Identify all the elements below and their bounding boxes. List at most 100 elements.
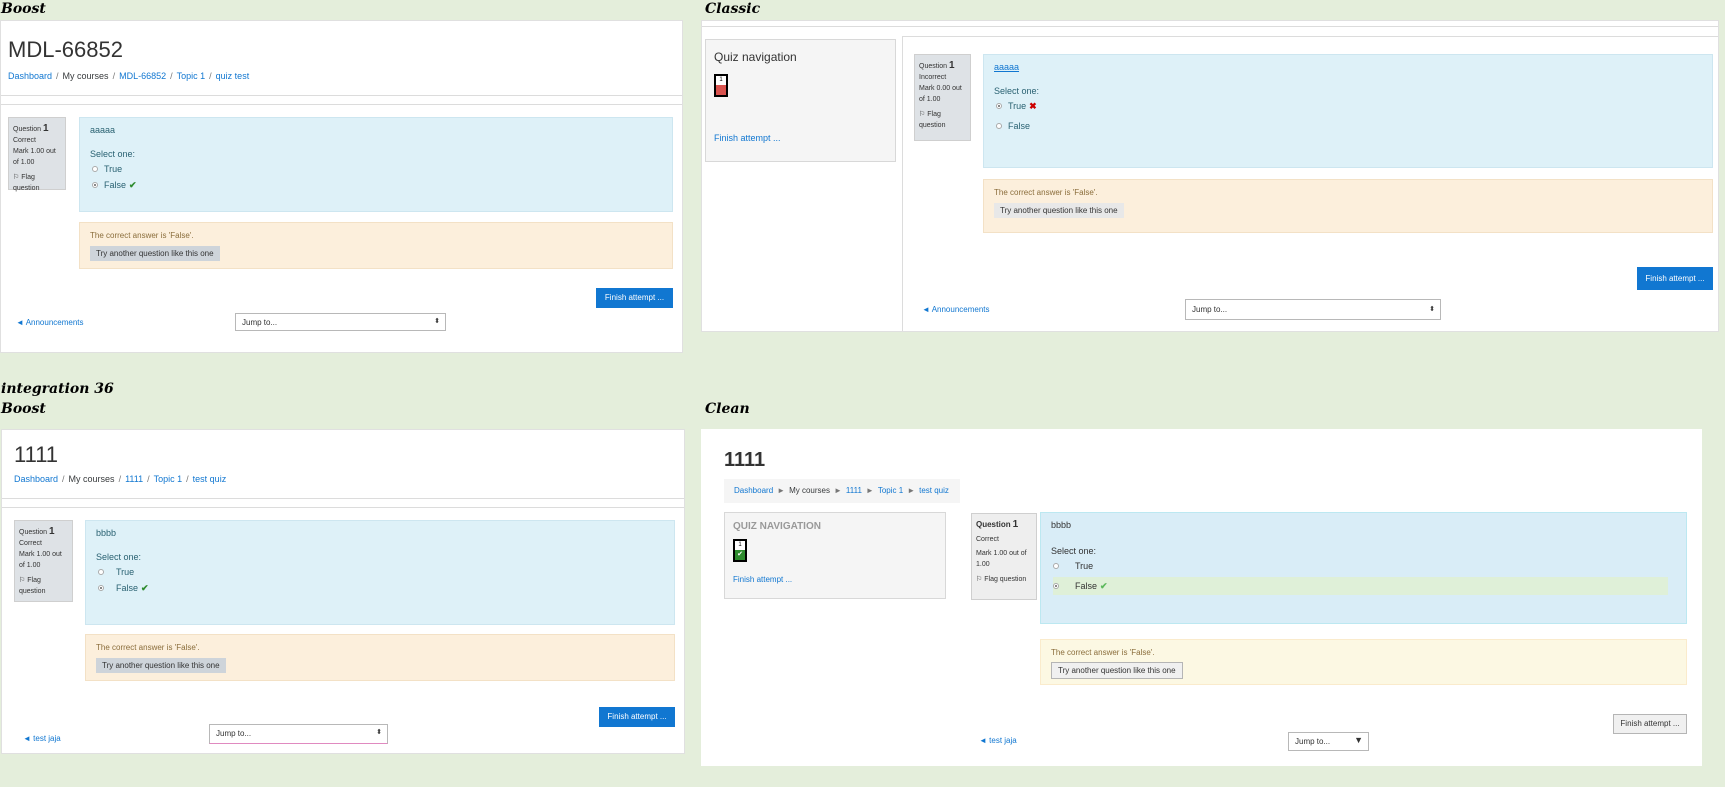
question-label: Question — [19, 529, 48, 536]
jump-to-select[interactable]: Jump to... ⬍ — [1185, 299, 1441, 320]
jump-to-label: Jump to... — [1192, 305, 1228, 314]
finish-attempt-button[interactable]: Finish attempt ... — [596, 288, 673, 308]
try-another-button[interactable]: Try another question like this one — [994, 203, 1124, 218]
breadcrumb-quiz[interactable]: quiz test — [216, 71, 250, 81]
quiz-navigation-title: Quiz navigation — [714, 50, 797, 64]
prev-activity-link[interactable]: ◄ test jaja — [979, 736, 1017, 745]
page-title: 1111 — [724, 449, 766, 471]
nav-question-number: 1 — [738, 542, 742, 548]
try-another-button[interactable]: Try another question like this one — [90, 246, 220, 261]
quiz-nav-question-1[interactable]: 1 — [714, 74, 728, 97]
question-formulation: bbbb Select one: True False ✔ — [85, 520, 675, 625]
divider — [902, 36, 1718, 37]
finish-attempt-button[interactable]: Finish attempt ... — [1637, 267, 1713, 290]
page-title: 1111 — [14, 442, 59, 467]
feedback-text: The correct answer is 'False'. — [994, 188, 1098, 197]
breadcrumb-course[interactable]: MDL-66852 — [119, 71, 166, 81]
breadcrumb-my-courses: My courses — [62, 71, 109, 81]
finish-attempt-button[interactable]: Finish attempt ... — [1613, 714, 1687, 734]
question-mark: Mark 1.00 out of 1.00 — [19, 551, 62, 569]
breadcrumb-quiz[interactable]: test quiz — [919, 486, 949, 495]
option-false[interactable]: False — [996, 118, 1702, 134]
quiz-navigation-block: Quiz navigation 1 Finish attempt ... — [705, 39, 896, 162]
radio-false[interactable] — [996, 123, 1002, 129]
try-another-button[interactable]: Try another question like this one — [1051, 662, 1183, 679]
jump-to-label: Jump to... — [242, 318, 278, 327]
question-text: bbbb — [1051, 520, 1072, 530]
breadcrumb-topic[interactable]: Topic 1 — [177, 71, 206, 81]
question-outcome: The correct answer is 'False'. Try anoth… — [85, 634, 675, 681]
caption-classic: Classic — [705, 1, 761, 17]
try-another-button[interactable]: Try another question like this one — [96, 658, 226, 673]
breadcrumb-quiz[interactable]: test quiz — [193, 474, 227, 484]
breadcrumb-dashboard[interactable]: Dashboard — [734, 486, 773, 495]
flag-question-button[interactable]: ⚐ Flag question — [976, 574, 1032, 585]
radio-true[interactable] — [1053, 563, 1059, 569]
question-outcome: The correct answer is 'False'. Try anoth… — [1040, 639, 1687, 685]
option-true[interactable]: True — [1053, 558, 1676, 574]
radio-false[interactable] — [98, 585, 104, 591]
option-false[interactable]: False ✔ — [92, 177, 662, 193]
option-true[interactable]: True — [92, 161, 662, 177]
option-true[interactable]: True ✖ — [996, 98, 1702, 114]
flag-question-button[interactable]: ⚐ Flag question — [919, 109, 966, 131]
radio-true[interactable] — [98, 569, 104, 575]
page-title: MDL-66852 — [8, 37, 123, 62]
flag-icon: ⚐ — [19, 577, 26, 584]
classic-panel: Quiz navigation 1 Finish attempt ... Que… — [701, 20, 1719, 332]
breadcrumb: Dashboard ► My courses ► 1111 ► Topic 1 ► test q… — [734, 486, 949, 495]
prev-activity-link[interactable]: ◄ Announcements — [16, 318, 84, 327]
question-info: Question 1 Correct Mark 1.00 out of 1.00… — [971, 513, 1037, 600]
question-outcome: The correct answer is 'False'. Try anoth… — [79, 222, 673, 269]
radio-false[interactable] — [92, 182, 98, 188]
correct-marker: ✔ — [735, 550, 745, 560]
breadcrumb-dashboard[interactable]: Dashboard — [14, 474, 58, 484]
option-false-label: False — [116, 583, 139, 593]
jump-to-select[interactable]: Jump to... ▼ — [1288, 732, 1369, 751]
radio-true[interactable] — [92, 166, 98, 172]
flag-question-button[interactable]: ⚐ Flag question — [13, 172, 61, 194]
question-state: Correct — [976, 536, 999, 543]
question-number: 1 — [948, 60, 955, 71]
correct-tick-icon: ✔ — [141, 582, 149, 593]
jump-to-select[interactable]: Jump to... ⬍ — [209, 724, 388, 744]
breadcrumb-my-courses: My courses — [68, 474, 115, 484]
question-formulation: aaaaa Select one: True ✖ False — [983, 54, 1713, 168]
select-prompt: Select one: — [994, 86, 1040, 96]
feedback-text: The correct answer is 'False'. — [90, 231, 194, 240]
jump-to-label: Jump to... — [216, 729, 252, 738]
radio-false[interactable] — [1053, 583, 1059, 589]
question-state: Correct — [13, 137, 36, 144]
caption-integration: integration 36 — [1, 381, 114, 397]
breadcrumb-course[interactable]: 1111 — [846, 486, 862, 495]
radio-true[interactable] — [996, 103, 1002, 109]
option-true[interactable]: True — [98, 564, 664, 580]
option-true-label: True — [104, 164, 123, 174]
question-formulation: bbbb Select one: True False ✔ — [1040, 512, 1687, 624]
nav-finish-attempt-link[interactable]: Finish attempt ... — [733, 575, 792, 584]
question-number: 1 — [1012, 519, 1019, 530]
prev-activity-link[interactable]: ◄ Announcements — [922, 305, 990, 314]
select-prompt: Select one: — [90, 149, 136, 159]
option-true-label: True — [116, 567, 135, 577]
correct-tick-icon: ✔ — [129, 179, 137, 190]
nav-finish-attempt-link[interactable]: Finish attempt ... — [714, 133, 781, 143]
breadcrumb-dashboard[interactable]: Dashboard — [8, 71, 52, 81]
option-false[interactable]: False ✔ — [1053, 577, 1668, 595]
incorrect-marker — [716, 85, 726, 95]
flag-question-button[interactable]: ⚐ Flag question — [19, 575, 68, 597]
chevron-down-icon: ▼ — [1354, 735, 1363, 745]
flag-icon: ⚐ — [976, 576, 983, 583]
finish-attempt-button[interactable]: Finish attempt ... — [599, 707, 675, 727]
option-false-label: False — [1075, 581, 1098, 591]
breadcrumb-course[interactable]: 1111 — [125, 474, 143, 484]
question-outcome: The correct answer is 'False'. Try anoth… — [983, 179, 1713, 233]
jump-to-select[interactable]: Jump to... ⬍ — [235, 313, 446, 331]
select-prompt: Select one: — [96, 552, 142, 562]
breadcrumb-topic[interactable]: Topic 1 — [878, 486, 903, 495]
quiz-nav-question-1[interactable]: 1 ✔ — [733, 539, 747, 562]
breadcrumb-topic[interactable]: Topic 1 — [154, 474, 183, 484]
question-mark: Mark 1.00 out of 1.00 — [976, 550, 1027, 568]
prev-activity-link[interactable]: ◄ test jaja — [23, 734, 61, 743]
option-false[interactable]: False ✔ — [98, 580, 664, 596]
